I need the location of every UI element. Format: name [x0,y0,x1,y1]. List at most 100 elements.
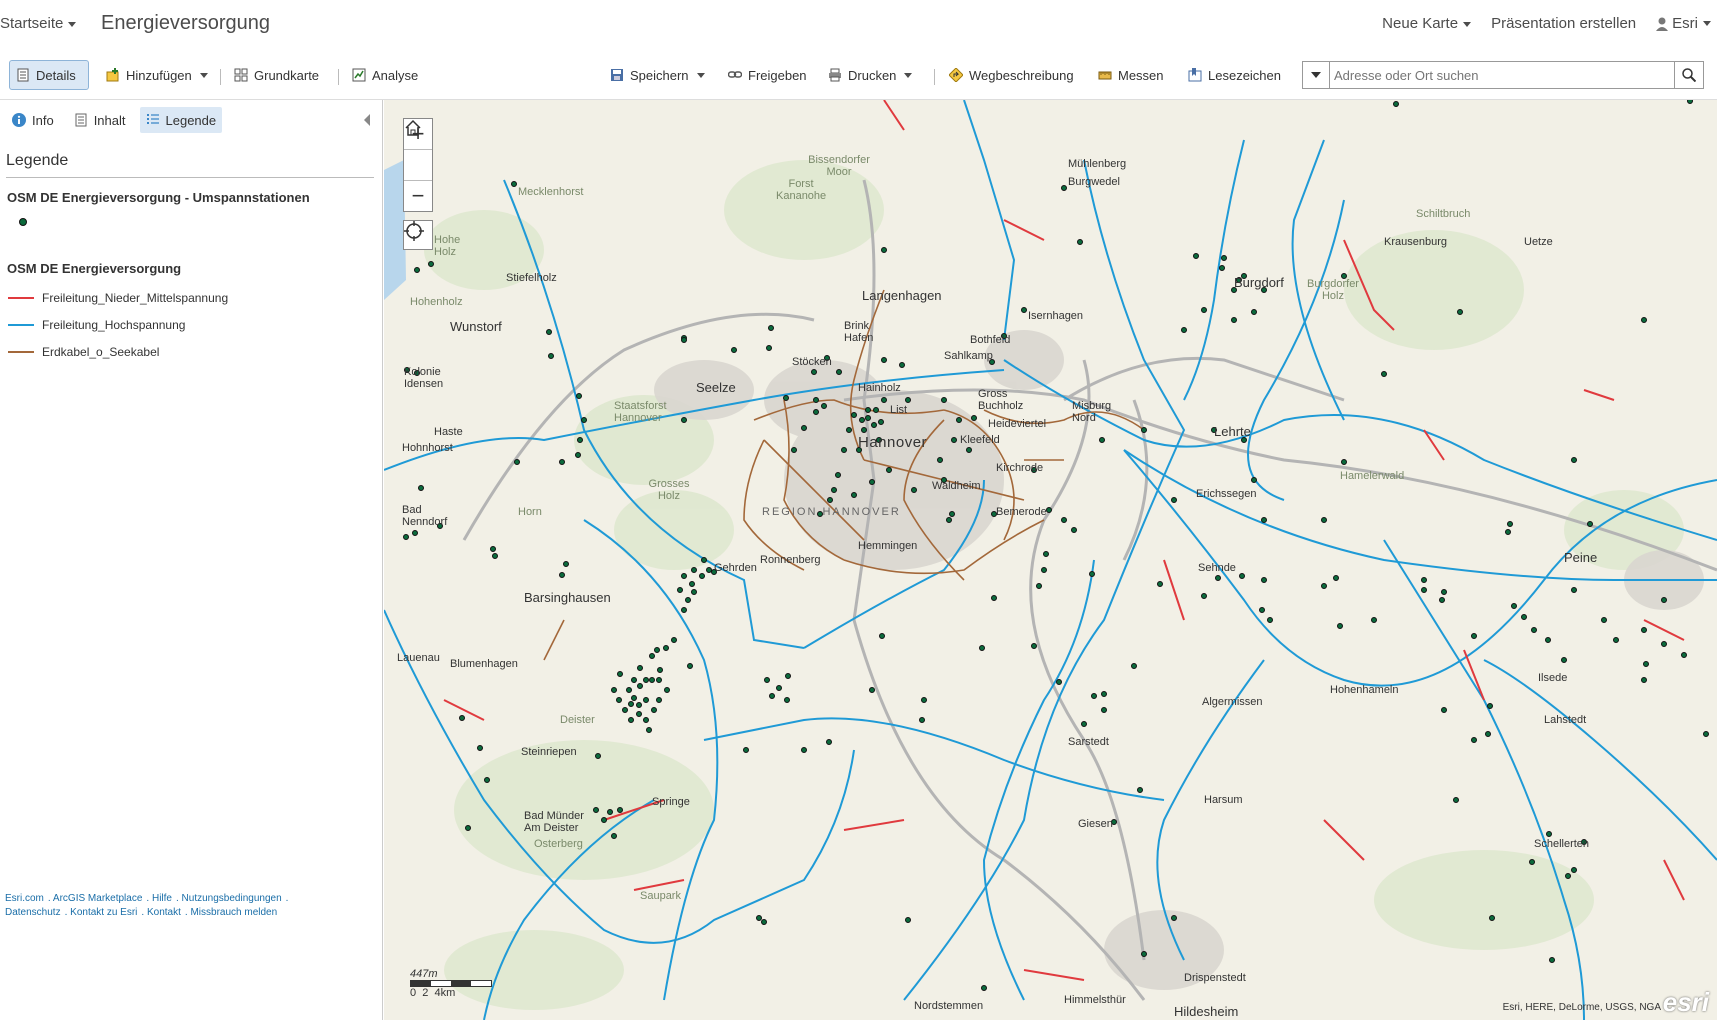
info-icon [12,113,26,127]
map-label-lahstedt: Lahstedt [1544,714,1587,726]
map-label-grosses-holz: Grosses Holz [648,478,690,502]
details-button[interactable]: Details [9,60,89,90]
map-label-haste: Haste [434,426,463,438]
divider [220,69,221,85]
content-list-icon [75,113,87,127]
chevron-down-icon [1703,21,1711,26]
map-label-barsinghausen: Barsinghausen [524,590,611,605]
footer-link-marketplace[interactable]: ArcGIS Marketplace [53,893,142,904]
new-map-menu[interactable]: Neue Karte [1382,15,1472,32]
footer-link-privacy[interactable]: Datenschutz [5,907,61,918]
tab-info[interactable]: Info [6,107,60,133]
map-label-deister: Deister [560,714,595,726]
add-layer-icon [106,68,119,82]
collapse-panel-icon[interactable] [364,114,370,126]
map-label-waldheim: Waldheim [932,480,981,492]
directions-label: Wegbeschreibung [969,67,1074,83]
footer-link-terms[interactable]: Nutzungsbedingungen [182,893,282,904]
map-label-hamelerwald: Hamelerwald [1340,470,1405,482]
measure-button[interactable]: Messen [1092,60,1170,90]
search-box [1302,61,1704,89]
analysis-icon [352,68,366,82]
share-button[interactable]: Freigeben [722,60,813,90]
chevron-down-icon [1463,21,1472,27]
map-label-hohnhorst: Hohnhorst [402,442,453,454]
map-label-hildesheim: Hildesheim [1174,1004,1239,1019]
create-presentation-link[interactable]: Präsentation erstellen [1491,15,1636,32]
map-label-ronnenberg: Ronnenberg [760,554,821,566]
user-menu[interactable]: Esri [1656,15,1711,32]
map-label-springe: Springe [652,796,690,808]
scale-bar-graphic [410,980,492,987]
map-label-kolonie-idensen: Kolonie Idensen [404,366,444,390]
home-label: Startseite [0,15,64,32]
home-menu[interactable]: Startseite [0,15,77,32]
map-label-seelze: Seelze [696,380,736,395]
footer-link-help[interactable]: Hilfe [152,893,172,904]
print-label: Drucken [848,67,897,83]
legend-item-label: Freileitung_Hochspannung [42,318,186,332]
basemap-button[interactable]: Grundkarte [228,60,325,90]
footer-link-contact-esri[interactable]: Kontakt zu Esri [70,907,137,918]
directions-button[interactable]: Wegbeschreibung [943,60,1080,90]
map-label-bad-munder: Bad Münder Am Deister [524,810,584,834]
footer-link-contact[interactable]: Kontakt [147,907,181,918]
map-label-langenhagen: Langenhagen [862,288,942,303]
map-view[interactable]: Hannover Langenhagen Seelze Wunstorf Bar… [384,100,1717,1020]
map-label-brink-hafen: Brink Hafen [844,320,874,344]
search-source-dropdown[interactable] [1303,62,1330,88]
map-label-hemmingen: Hemmingen [858,540,918,552]
share-label: Freigeben [748,67,807,83]
map-label-bothfeld: Bothfeld [970,334,1011,346]
tab-legend[interactable]: Legende [139,107,223,133]
locate-button[interactable] [403,220,433,250]
map-label-erichssegen: Erichssegen [1196,488,1257,500]
tab-content[interactable]: Inhalt [68,107,132,133]
map-label-schellerten: Schellerten [1534,838,1590,850]
map-canvas[interactable] [384,100,1717,1020]
map-label-misburg: Misburg Nord [1072,400,1112,424]
red-line-symbol [8,297,34,299]
footer-link-esri[interactable]: Esri.com [5,893,44,904]
map-label-burgdorf: Burgdorf [1234,275,1284,290]
tab-content-label: Inhalt [93,112,126,128]
search-input[interactable] [1330,62,1674,88]
user-name: Esri [1672,15,1698,32]
save-button[interactable]: Speichern [604,60,711,90]
map-label-sehnde: Sehnde [1198,562,1236,574]
map-label-drispenstedt: Drispenstedt [1184,972,1246,984]
details-label: Details [36,67,76,83]
bookmarks-label: Lesezeichen [1208,67,1281,83]
basemap-label: Grundkarte [254,67,320,83]
ruler-icon [1098,71,1112,80]
map-label-hohenhameln: Hohenhameln [1330,684,1399,696]
map-label-giesen: Giesen [1078,818,1113,830]
home-icon [405,119,421,136]
map-label-kleefeld: Kleefeld [960,434,1000,446]
map-label-burgwedel: Burgwedel [1068,176,1120,188]
map-label-blumenhagen: Blumenhagen [450,658,518,670]
legend-heading: Legende [6,152,69,169]
print-button[interactable]: Drucken [822,60,918,90]
map-label-hainholz: Hainholz [858,382,901,394]
esri-logo[interactable]: esri [1663,987,1709,1018]
analysis-label: Analyse [372,67,419,83]
search-button[interactable] [1674,62,1703,88]
search-icon [1682,68,1696,82]
analysis-button[interactable]: Analyse [346,60,424,90]
map-label-isernhagen: Isernhagen [1028,310,1084,322]
zoom-out-button[interactable]: − [404,181,432,211]
home-extent-button[interactable] [404,119,432,181]
map-label-krausenburg: Krausenburg [1384,236,1447,248]
substation-symbol [19,218,27,226]
locate-crosshair-icon [404,221,424,241]
map-label-bemerode: Bemerode [996,506,1047,518]
map-label-hannover: Hannover [858,434,928,451]
bookmarks-button[interactable]: Lesezeichen [1182,60,1287,90]
map-label-osterberg: Osterberg [534,838,583,850]
map-label-algermissen: Algermissen [1202,696,1263,708]
legend-layer-title-energy: OSM DE Energieversorgung [7,261,182,276]
footer-link-report-abuse[interactable]: Missbrauch melden [190,907,277,918]
zoom-controls: + − [403,118,433,212]
add-button[interactable]: Hinzufügen [100,60,214,90]
